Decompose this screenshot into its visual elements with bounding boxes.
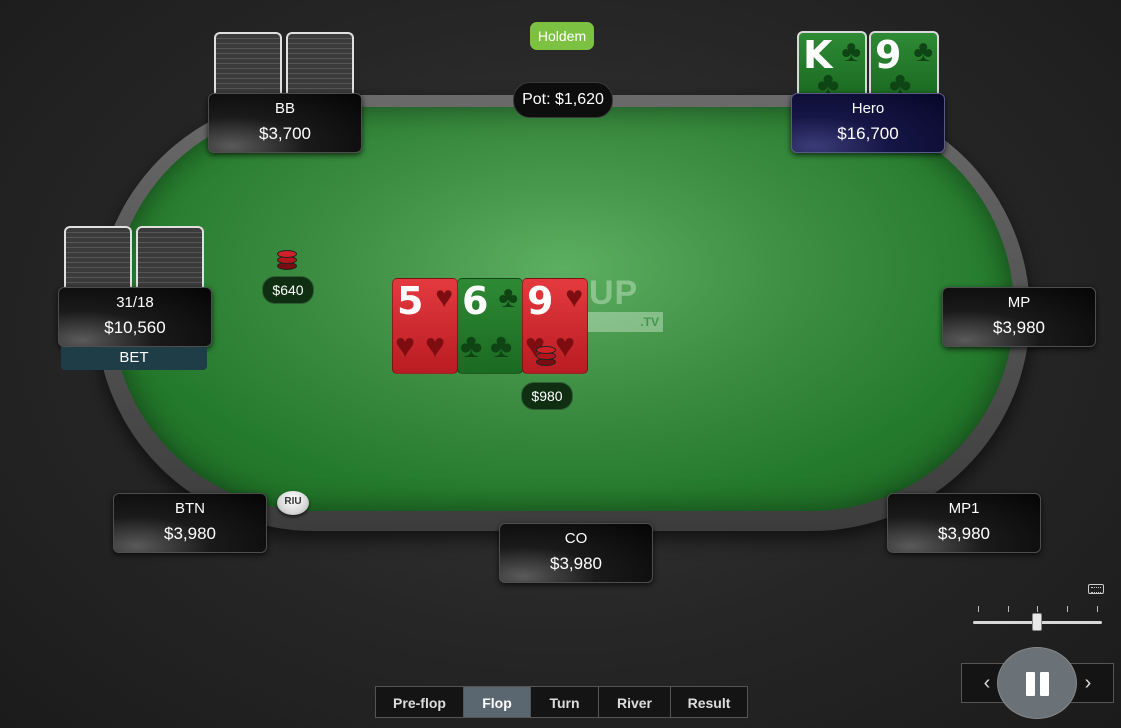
club-icon: ♣ [498,281,518,314]
heart-icon: ♥ [435,281,453,314]
seat-name: MP1 [948,500,980,517]
seat-bb: BB $3,700 [208,93,362,153]
hero-card-1: K ♣ ♣ [797,31,867,97]
chevron-left-icon: ‹ [983,672,991,694]
club-icon: ♣ [841,35,861,68]
seat-stack: $3,700 [259,124,311,143]
seat-31-18: 31/18 $10,560 [58,287,212,347]
seat-name: Hero [851,100,885,117]
board-card-2: 6 ♣ ♣ ♣ [457,278,523,374]
pot-display: Pot: $1,620 [513,82,613,118]
pause-button[interactable] [997,647,1077,719]
bb-card-back-1 [214,32,282,98]
seat-hero: Hero $16,700 [791,93,945,153]
tab-result[interactable]: Result [670,686,748,718]
seat-stack: $3,980 [550,554,602,573]
seat-name: BB [274,100,295,117]
seat-stack: $16,700 [837,124,899,143]
seat-stack: $10,560 [104,318,166,337]
seat-stack: $3,980 [164,524,216,543]
tab-river[interactable]: River [598,686,671,718]
seat-mp1: MP1 $3,980 [887,493,1041,553]
card-rank: 6 [462,279,489,323]
seat-action-label: BET [61,347,207,370]
keyboard-icon[interactable] [1088,584,1104,594]
dealer-button: RIU [277,491,309,515]
heart-icon: ♥ [555,327,576,365]
seat-name: 31/18 [116,294,154,311]
speed-tick [1097,606,1098,612]
heart-icon: ♥ [395,327,416,365]
chevron-right-icon: › [1084,672,1092,694]
heart-icon: ♥ [425,327,446,365]
bet-amount: $640 [262,276,314,304]
tab-preflop[interactable]: Pre-flop [375,686,464,718]
seat-btn: BTN $3,980 [113,493,267,553]
club-icon: ♣ [913,35,933,68]
watermark-main: UP [589,274,639,312]
pause-icon [1040,672,1049,696]
villain-card-back-1 [64,226,132,292]
street-tabs: Pre-flop Flop Turn River Result [375,686,748,720]
seat-co: CO $3,980 [499,523,653,583]
board-card-1: 5 ♥ ♥ ♥ [392,278,458,374]
seat-mp: MP $3,980 [942,287,1096,347]
watermark-sub: .TV [587,312,663,332]
chip-stack-icon [277,248,297,272]
tab-turn[interactable]: Turn [530,686,599,718]
seat-name: CO [564,530,588,547]
watermark-logo: UP .TV [585,274,667,334]
speed-tick [978,606,979,612]
heart-icon: ♥ [565,281,583,314]
card-rank: 9 [527,279,554,323]
card-rank: 5 [397,279,424,323]
chip-stack-icon [536,344,556,368]
seat-stack: $3,980 [938,524,990,543]
club-icon: ♣ [490,327,513,365]
speed-tick [1037,606,1038,612]
seat-name: BTN [175,500,205,517]
bb-card-back-2 [286,32,354,98]
speed-tick [1067,606,1068,612]
pause-icon [1026,672,1035,696]
game-type-badge: Holdem [530,22,594,50]
villain-card-back-2 [136,226,204,292]
club-icon: ♣ [460,327,483,365]
bet-amount: $980 [521,382,573,410]
speed-slider-thumb[interactable] [1032,613,1042,631]
seat-name: MP [1007,294,1031,311]
tab-flop[interactable]: Flop [463,686,531,718]
hero-card-2: 9 ♣ ♣ [869,31,939,97]
seat-stack: $3,980 [993,318,1045,337]
speed-tick [1008,606,1009,612]
